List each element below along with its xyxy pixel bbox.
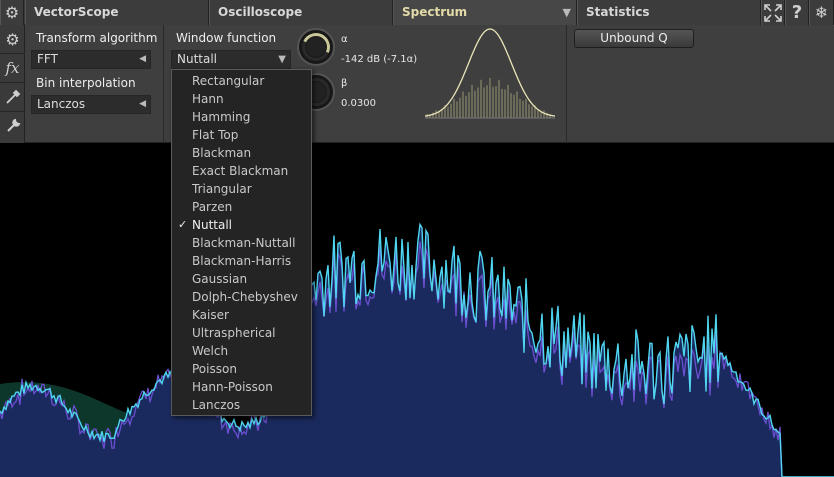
tab-label: VectorScope xyxy=(34,5,119,19)
dropdown-option[interactable]: Poisson xyxy=(172,360,311,378)
beta-symbol: β xyxy=(341,78,348,89)
chevron-down-icon: ▼ xyxy=(278,54,286,65)
dropdown-option-label: Lanczos xyxy=(192,398,241,412)
dropdown-option-label: Rectangular xyxy=(192,74,265,88)
tab-oscilloscope[interactable]: Oscilloscope xyxy=(209,0,393,25)
beta-value: 0.0300 xyxy=(341,98,376,109)
dropdown-option[interactable]: Lanczos xyxy=(172,396,311,414)
tab-statistics[interactable]: Statistics xyxy=(577,0,761,25)
tab-label: Statistics xyxy=(586,5,650,19)
transform-algorithm-label: Transform algorithm xyxy=(36,31,158,45)
dropdown-option[interactable]: Ultraspherical xyxy=(172,324,311,342)
tab-vectorscope[interactable]: VectorScope xyxy=(25,0,209,25)
chevron-left-icon: ◀ xyxy=(139,99,146,109)
dropdown-option[interactable]: Welch xyxy=(172,342,311,360)
tab-label: Oscilloscope xyxy=(218,5,303,19)
wrench-icon[interactable] xyxy=(0,112,25,141)
dropdown-option-label: Nuttall xyxy=(192,218,233,232)
dropdown-option-label: Welch xyxy=(192,344,229,358)
dropdown-option-label: Hann-Poisson xyxy=(192,380,273,394)
bin-interpolation-label: Bin interpolation xyxy=(36,76,136,90)
dropdown-option[interactable]: Gaussian xyxy=(172,270,311,288)
dropdown-option-label: Flat Top xyxy=(192,128,239,142)
dropdown-option[interactable]: Blackman-Harris xyxy=(172,252,311,270)
dropdown-option-label: Hann xyxy=(192,92,224,106)
tab-label: Spectrum xyxy=(402,5,468,19)
dropdown-option-label: Ultraspherical xyxy=(192,326,276,340)
gear-icon[interactable]: ⚙ xyxy=(0,0,24,25)
unbound-q-button[interactable]: Unbound Q xyxy=(574,29,694,48)
dropdown-option-label: Blackman-Harris xyxy=(192,254,292,268)
eyedropper-icon[interactable] xyxy=(0,83,25,112)
chevron-left-icon: ◀ xyxy=(139,54,146,64)
tab-bar: ⚙ VectorScope Oscilloscope Spectrum ▼ Sta… xyxy=(0,0,834,25)
dropdown-option-label: Gaussian xyxy=(192,272,248,286)
snowflake-icon[interactable]: ❄ xyxy=(809,0,834,25)
dropdown-option-label: Hamming xyxy=(192,110,251,124)
window-function-dropdown[interactable]: Rectangular Hann Hamming Flat Top Blackman Ex… xyxy=(171,69,312,416)
dropdown-option[interactable]: Triangular xyxy=(172,180,311,198)
dropdown-option[interactable]: Parzen xyxy=(172,198,311,216)
dropdown-option[interactable]: Exact Blackman xyxy=(172,162,311,180)
dropdown-option-label: Kaiser xyxy=(192,308,229,322)
gear-icon[interactable]: ⚙ xyxy=(0,25,25,54)
dropdown-option-label: Dolph-Chebyshev xyxy=(192,290,298,304)
left-toolbar: ⚙ fx xyxy=(0,25,25,143)
dropdown-option[interactable]: ✓ Nuttall xyxy=(172,216,311,234)
dropdown-option[interactable]: Hamming xyxy=(172,108,311,126)
knob-ring xyxy=(298,29,334,65)
checkmark-icon: ✓ xyxy=(178,218,188,231)
dropdown-option[interactable]: Kaiser xyxy=(172,306,311,324)
divider xyxy=(163,25,164,143)
dropdown-option[interactable]: Blackman xyxy=(172,144,311,162)
help-icon[interactable]: ? xyxy=(785,0,809,25)
spectrum-settings-panel: Transform algorithm FFT ◀ Bin interpolati… xyxy=(25,25,834,143)
dropdown-option[interactable]: Blackman-Nuttall xyxy=(172,234,311,252)
transform-algorithm-value: FFT xyxy=(37,52,58,66)
bin-interpolation-select[interactable]: Lanczos ◀ xyxy=(31,95,151,114)
dropdown-option-label: Blackman xyxy=(192,146,252,160)
dropdown-option[interactable]: Hann xyxy=(172,90,311,108)
alpha-symbol: α xyxy=(341,34,348,45)
divider xyxy=(566,25,567,143)
dropdown-option[interactable]: Dolph-Chebyshev xyxy=(172,288,311,306)
window-function-label: Window function xyxy=(176,31,277,45)
transform-algorithm-select[interactable]: FFT ◀ xyxy=(31,50,151,69)
window-preview-plot xyxy=(425,28,555,119)
tab-spectrum[interactable]: Spectrum ▼ xyxy=(393,0,577,25)
chevron-down-icon[interactable]: ▼ xyxy=(563,0,571,25)
alpha-value: -142 dB (-7.1α) xyxy=(341,54,418,65)
fx-icon[interactable]: fx xyxy=(0,54,25,83)
dropdown-option-label: Exact Blackman xyxy=(192,164,289,178)
dropdown-option[interactable]: Rectangular xyxy=(172,72,311,90)
spectrum-display[interactable] xyxy=(0,144,834,477)
window-function-select[interactable]: Nuttall ▼ xyxy=(171,50,291,69)
dropdown-option-label: Parzen xyxy=(192,200,233,214)
dropdown-option-label: Triangular xyxy=(192,182,252,196)
bin-interpolation-value: Lanczos xyxy=(37,97,86,111)
dropdown-option[interactable]: Hann-Poisson xyxy=(172,378,311,396)
window-function-value: Nuttall xyxy=(177,52,218,66)
dropdown-option[interactable]: Flat Top xyxy=(172,126,311,144)
fullscreen-icon[interactable] xyxy=(761,0,785,25)
dropdown-option-label: Poisson xyxy=(192,362,237,376)
dropdown-option-label: Blackman-Nuttall xyxy=(192,236,296,250)
alpha-knob[interactable] xyxy=(297,28,335,66)
